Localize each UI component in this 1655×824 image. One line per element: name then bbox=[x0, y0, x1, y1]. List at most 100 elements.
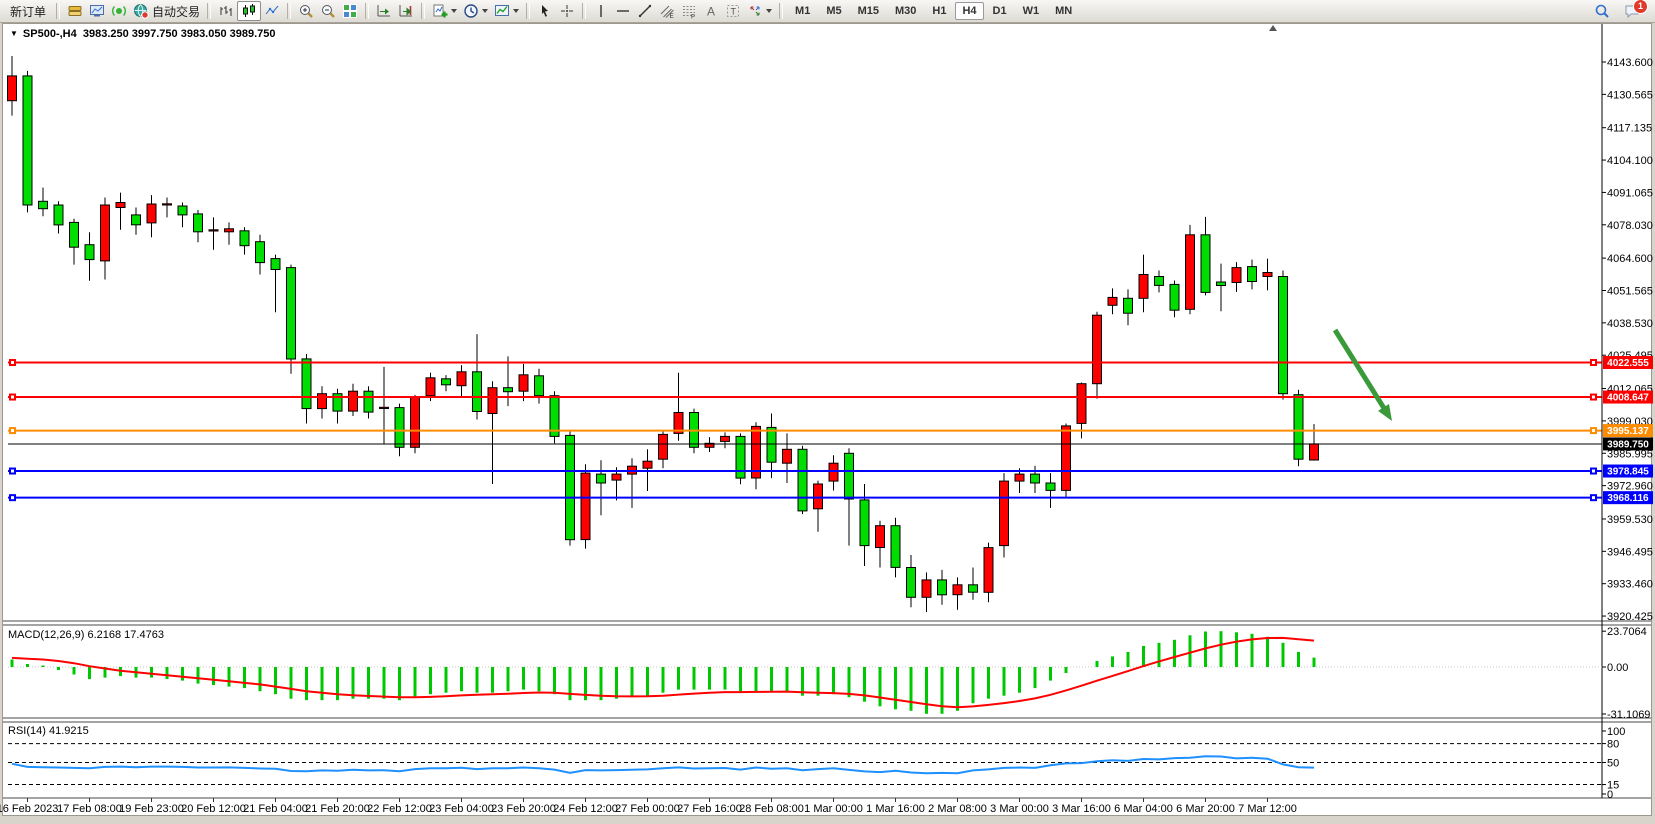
dropdown-caret-icon[interactable] bbox=[766, 9, 772, 13]
time-axis bbox=[28, 798, 1268, 802]
svg-text:6 Mar 20:00: 6 Mar 20:00 bbox=[1176, 803, 1235, 815]
svg-text:4038.530: 4038.530 bbox=[1607, 318, 1653, 330]
notifications-icon[interactable]: 1 bbox=[1621, 1, 1643, 21]
toolbar-separator bbox=[56, 3, 60, 19]
macd-indicator-label: MACD(12,26,9) 6.2168 17.4763 bbox=[8, 629, 164, 641]
zoom-in-button[interactable] bbox=[295, 1, 317, 21]
timeframe-h4[interactable]: H4 bbox=[955, 2, 983, 20]
auto-scroll-button[interactable] bbox=[373, 1, 395, 21]
indicators-list-button[interactable] bbox=[429, 1, 460, 21]
templates-button[interactable] bbox=[491, 1, 522, 21]
line-chart-button[interactable] bbox=[261, 1, 283, 21]
timeframe-m5[interactable]: M5 bbox=[819, 2, 848, 20]
svg-text:3933.460: 3933.460 bbox=[1607, 579, 1653, 591]
timeframe-h1[interactable]: H1 bbox=[925, 2, 953, 20]
toolbar-separator bbox=[287, 3, 291, 19]
terminal-window-icon[interactable] bbox=[86, 1, 108, 21]
svg-text:4130.565: 4130.565 bbox=[1607, 89, 1653, 101]
svg-text:4104.100: 4104.100 bbox=[1607, 155, 1653, 167]
svg-text:16 Feb 2023: 16 Feb 2023 bbox=[0, 803, 58, 815]
timeframe-d1[interactable]: D1 bbox=[986, 2, 1014, 20]
svg-text:21 Feb 20:00: 21 Feb 20:00 bbox=[305, 803, 370, 815]
chart-shift-button[interactable] bbox=[395, 1, 417, 21]
svg-text:4078.030: 4078.030 bbox=[1607, 220, 1653, 232]
svg-text:28 Feb 08:00: 28 Feb 08:00 bbox=[739, 803, 804, 815]
timeframe-w1[interactable]: W1 bbox=[1016, 2, 1047, 20]
text-tool-button[interactable]: A bbox=[700, 1, 722, 21]
chart-frame bbox=[3, 24, 1652, 816]
svg-text:22 Feb 12:00: 22 Feb 12:00 bbox=[367, 803, 432, 815]
toolbar-separator bbox=[365, 3, 369, 19]
svg-text:3995.137: 3995.137 bbox=[1607, 426, 1649, 437]
svg-text:3978.845: 3978.845 bbox=[1607, 467, 1649, 478]
svg-text:3946.495: 3946.495 bbox=[1607, 546, 1653, 558]
toolbar-separator bbox=[526, 3, 530, 19]
main-toolbar: 新订单 自动交易 EFA T M1M5M15M30H1H4D1W1MN 1 bbox=[0, 0, 1655, 23]
svg-text:4008.647: 4008.647 bbox=[1607, 393, 1649, 404]
svg-text:T: T bbox=[731, 7, 737, 17]
price-chart[interactable]: 4143.600 4130.565 4117.135 4104.100 4091.065… bbox=[0, 0, 1655, 824]
svg-text:0.00: 0.00 bbox=[1607, 662, 1628, 674]
svg-text:1 Mar 00:00: 1 Mar 00:00 bbox=[804, 803, 863, 815]
svg-text:19 Feb 23:00: 19 Feb 23:00 bbox=[119, 803, 184, 815]
equidistant-channel-button[interactable]: E bbox=[656, 1, 678, 21]
rsi-indicator-label: RSI(14) 41.9215 bbox=[8, 725, 89, 737]
trendline-button[interactable] bbox=[634, 1, 656, 21]
periods-button[interactable] bbox=[460, 1, 491, 21]
notification-badge: 1 bbox=[1633, 0, 1648, 14]
candlestick-chart-button[interactable] bbox=[237, 1, 261, 21]
svg-text:23 Feb 20:00: 23 Feb 20:00 bbox=[491, 803, 556, 815]
svg-text:80: 80 bbox=[1607, 739, 1619, 751]
market-watch-icon[interactable] bbox=[64, 1, 86, 21]
search-icon[interactable] bbox=[1591, 1, 1613, 21]
svg-text:50: 50 bbox=[1607, 758, 1619, 770]
timeframe-m1[interactable]: M1 bbox=[788, 2, 817, 20]
svg-text:7 Mar 12:00: 7 Mar 12:00 bbox=[1238, 803, 1297, 815]
svg-text:E: E bbox=[670, 13, 675, 19]
arrows-tool-button[interactable] bbox=[744, 1, 775, 21]
svg-text:21 Feb 04:00: 21 Feb 04:00 bbox=[243, 803, 308, 815]
svg-text:4022.555: 4022.555 bbox=[1607, 358, 1649, 369]
svg-text:3972.960: 3972.960 bbox=[1607, 481, 1653, 493]
dropdown-caret-icon[interactable] bbox=[513, 9, 519, 13]
timeframe-m15[interactable]: M15 bbox=[851, 2, 886, 20]
svg-text:1 Mar 16:00: 1 Mar 16:00 bbox=[866, 803, 925, 815]
chart-symbol-title[interactable]: ▼SP500-,H4 3983.250 3997.750 3983.050 39… bbox=[10, 28, 276, 40]
strategy-navigator-icon[interactable] bbox=[108, 1, 130, 21]
toolbar-separator bbox=[779, 3, 783, 19]
crosshair-button[interactable] bbox=[556, 1, 578, 21]
toolbar-separator bbox=[582, 3, 586, 19]
svg-text:0: 0 bbox=[1607, 789, 1613, 801]
text-label-button[interactable]: T bbox=[722, 1, 744, 21]
timeframe-m30[interactable]: M30 bbox=[888, 2, 923, 20]
zoom-out-button[interactable] bbox=[317, 1, 339, 21]
svg-text:27 Feb 00:00: 27 Feb 00:00 bbox=[615, 803, 680, 815]
timeframe-mn[interactable]: MN bbox=[1048, 2, 1079, 20]
bar-chart-button[interactable] bbox=[215, 1, 237, 21]
collapse-triangle-icon[interactable]: ▼ bbox=[10, 29, 18, 38]
svg-text:6 Mar 04:00: 6 Mar 04:00 bbox=[1114, 803, 1173, 815]
svg-text:3959.530: 3959.530 bbox=[1607, 514, 1653, 526]
cursor-button[interactable] bbox=[534, 1, 556, 21]
svg-text:100: 100 bbox=[1607, 726, 1625, 738]
toolbar-separator bbox=[207, 3, 211, 19]
svg-text:-31.1069: -31.1069 bbox=[1607, 709, 1650, 721]
vertical-line-button[interactable] bbox=[590, 1, 612, 21]
dropdown-caret-icon[interactable] bbox=[451, 9, 457, 13]
svg-text:20 Feb 12:00: 20 Feb 12:00 bbox=[181, 803, 246, 815]
horizontal-line-button[interactable] bbox=[612, 1, 634, 21]
svg-text:24 Feb 12:00: 24 Feb 12:00 bbox=[553, 803, 618, 815]
svg-text:4064.600: 4064.600 bbox=[1607, 253, 1653, 265]
new-order-button[interactable]: 新订单 bbox=[4, 3, 52, 20]
toolbar-right-icons: 1 bbox=[1591, 1, 1651, 21]
svg-text:3968.116: 3968.116 bbox=[1607, 493, 1649, 504]
dropdown-caret-icon[interactable] bbox=[482, 9, 488, 13]
svg-text:A: A bbox=[707, 5, 715, 19]
fibonacci-button[interactable]: F bbox=[678, 1, 700, 21]
autotrading-button[interactable]: 自动交易 bbox=[130, 1, 203, 21]
svg-text:4143.600: 4143.600 bbox=[1607, 57, 1653, 69]
svg-text:4117.135: 4117.135 bbox=[1607, 123, 1652, 135]
svg-text:23 Feb 04:00: 23 Feb 04:00 bbox=[429, 803, 494, 815]
svg-text:4091.065: 4091.065 bbox=[1607, 187, 1653, 199]
tile-windows-button[interactable] bbox=[339, 1, 361, 21]
